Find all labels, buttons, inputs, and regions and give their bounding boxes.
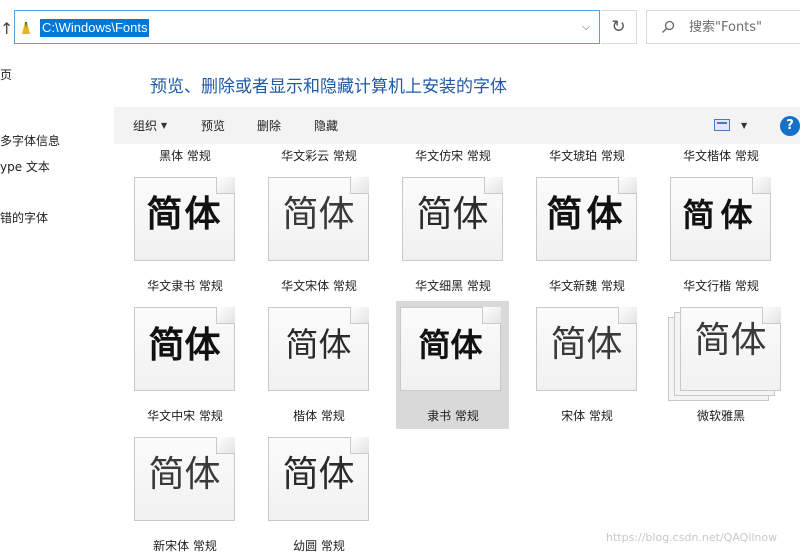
- view-options-icon[interactable]: [714, 119, 730, 131]
- font-label[interactable]: 黑体 常规: [120, 147, 250, 164]
- font-sample: 简体: [550, 324, 623, 365]
- font-tile[interactable]: 简体 华文细黑 常规: [400, 171, 530, 299]
- font-tile[interactable]: 简体 华文宋体 常规: [266, 171, 396, 299]
- nav-item-font-info[interactable]: 多字体信息: [0, 132, 60, 149]
- font-sample: 简体: [148, 324, 221, 366]
- font-label: 楷体 常规: [293, 409, 345, 423]
- font-label: 微软雅黑: [696, 409, 745, 423]
- watermark: https://blog.csdn.net/QAQllnow: [606, 531, 778, 544]
- font-tile[interactable]: 简体 华文行楷 常规: [668, 171, 798, 299]
- delete-button[interactable]: 删除: [257, 118, 281, 134]
- nav-item-cleartype[interactable]: ype 文本: [0, 158, 50, 175]
- hide-button[interactable]: 隐藏: [314, 118, 338, 134]
- font-label: 华文细黑 常规: [415, 279, 491, 293]
- font-sample: 简体: [148, 454, 221, 495]
- font-tile[interactable]: 简体 华文中宋 常规: [132, 301, 262, 429]
- font-tile[interactable]: 简体 华文隶书 常规: [132, 171, 262, 299]
- font-label[interactable]: 华文彩云 常规: [254, 147, 384, 164]
- font-label[interactable]: 华文琥珀 常规: [522, 147, 652, 164]
- page-title: 预览、删除或者显示和隐藏计算机上安装的字体: [150, 77, 507, 97]
- font-label: 华文隶书 常规: [147, 279, 223, 293]
- search-placeholder: 搜索"Fonts": [689, 20, 763, 35]
- font-tile[interactable]: 简体 幼圆 常规: [266, 431, 396, 559]
- font-label[interactable]: 华文仿宋 常规: [388, 147, 518, 164]
- font-label: 华文宋体 常规: [281, 279, 357, 293]
- organize-label: 组织: [133, 119, 158, 133]
- font-tile[interactable]: 简体 楷体 常规: [266, 301, 396, 429]
- font-sample: 简体: [416, 194, 489, 235]
- preview-button[interactable]: 预览: [201, 118, 225, 134]
- font-label: 隶书 常规: [427, 409, 479, 423]
- font-label: 宋体 常规: [561, 409, 613, 423]
- font-sample: 简体: [694, 320, 767, 361]
- font-label[interactable]: 华文楷体 常规: [656, 147, 786, 164]
- search-input[interactable]: 搜索"Fonts": [646, 10, 800, 44]
- font-tile[interactable]: 简体 华文新魏 常规: [534, 171, 664, 299]
- font-label: 新宋体 常规: [153, 539, 217, 553]
- font-sample: 简体: [546, 194, 627, 235]
- font-tile[interactable]: 简体 新宋体 常规: [132, 431, 262, 559]
- organize-button[interactable]: 组织 ▼: [133, 118, 167, 134]
- font-family-tile[interactable]: 简体 微软雅黑: [664, 301, 794, 429]
- chevron-down-icon[interactable]: ⌵: [579, 20, 593, 34]
- font-label: 华文新魏 常规: [549, 279, 625, 293]
- folder-path-icon: [22, 22, 30, 34]
- refresh-button[interactable]: ↻: [601, 10, 637, 44]
- search-icon: [662, 20, 675, 33]
- font-label: 华文行楷 常规: [683, 279, 759, 293]
- font-sample: 简体: [285, 325, 352, 364]
- caret-down-icon[interactable]: ▼: [741, 121, 747, 130]
- address-bar[interactable]: C:\Windows\Fonts ⌵: [14, 10, 600, 44]
- font-tile[interactable]: 简体 宋体 常规: [534, 301, 664, 429]
- nav-item-home[interactable]: 页: [0, 66, 12, 83]
- help-button[interactable]: ?: [780, 116, 800, 136]
- font-sample: 简体: [282, 454, 355, 495]
- address-path[interactable]: C:\Windows\Fonts: [40, 19, 150, 37]
- command-bar: 组织 ▼ 预览 删除 隐藏 ▼ ?: [114, 107, 800, 144]
- font-sample: 简体: [146, 194, 223, 235]
- caret-down-icon: ▼: [161, 121, 168, 130]
- font-label: 华文中宋 常规: [147, 409, 223, 423]
- font-sample: 简体: [282, 194, 355, 235]
- up-arrow-icon[interactable]: ↑: [0, 18, 14, 40]
- nav-item-fonts[interactable]: 错的字体: [0, 209, 48, 226]
- font-label: 幼圆 常规: [293, 539, 345, 553]
- font-sample: 简体: [418, 326, 483, 364]
- font-tile-selected[interactable]: 简体 隶书 常规: [396, 301, 509, 429]
- font-sample: 简体: [682, 196, 759, 234]
